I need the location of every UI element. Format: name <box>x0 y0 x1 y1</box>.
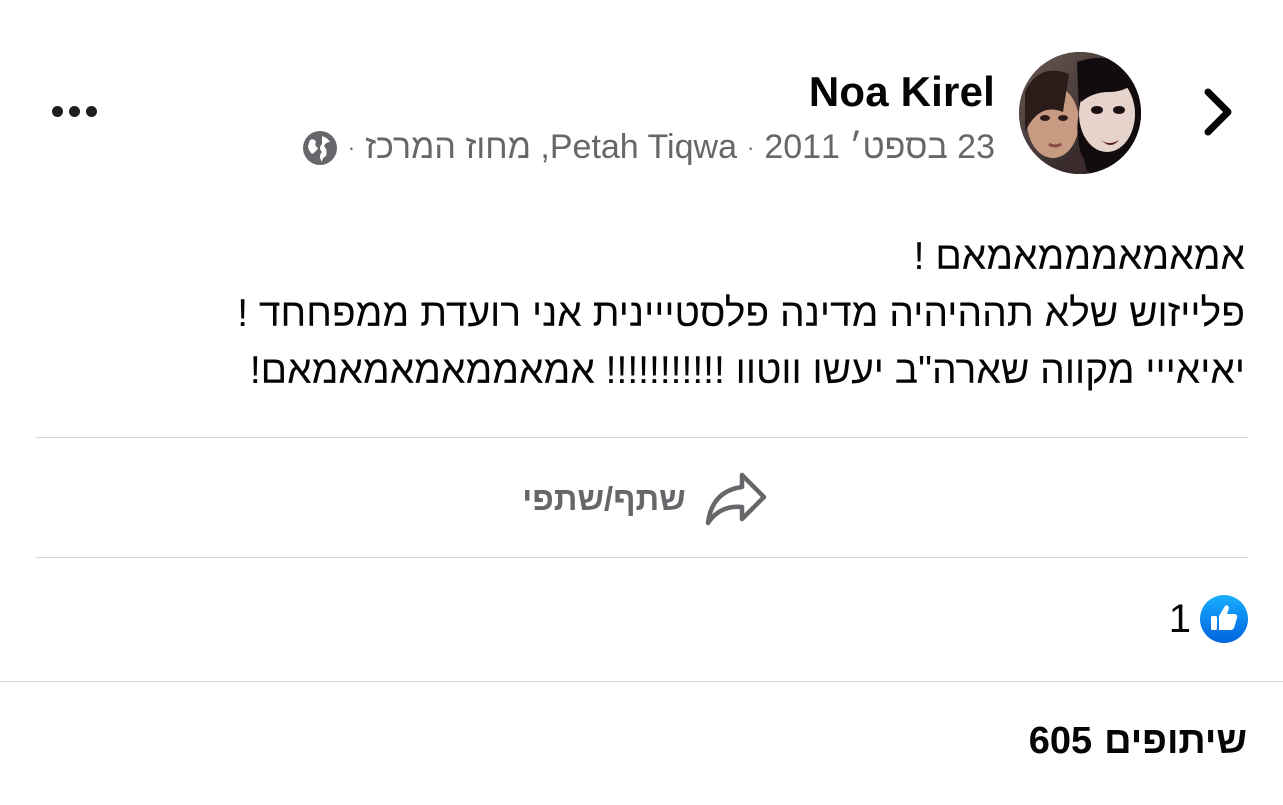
shares-label: שיתופים <box>1104 720 1247 762</box>
chevron-right-icon <box>1204 88 1232 136</box>
divider <box>0 681 1283 682</box>
avatar-photo <box>1019 52 1141 174</box>
shares-number: 605 <box>1028 720 1093 762</box>
globe-icon <box>302 130 338 166</box>
post-meta: 23 בספט׳ 2011 · Petah Tiqwa, מחוז המרכז … <box>302 128 995 167</box>
divider <box>36 557 1248 558</box>
more-dot <box>68 105 80 117</box>
share-label: שתף/שתפי <box>522 480 686 517</box>
divider <box>36 437 1248 438</box>
author-name[interactable]: Noa Kirel <box>809 68 995 116</box>
more-options-button[interactable] <box>44 96 104 126</box>
share-arrow-icon <box>705 472 766 526</box>
more-dot <box>85 105 97 117</box>
post-text-line: אמאמאמממאמאם ! <box>913 235 1245 278</box>
like-thumb-icon <box>1200 595 1248 643</box>
like-count: 1 <box>1168 596 1191 641</box>
post-text-line: פלייזוש שלא תההיהיה מדינה פלסטייינית אני… <box>237 292 1245 335</box>
meta-separator: · <box>347 134 356 160</box>
more-dot <box>51 105 63 117</box>
back-button[interactable] <box>1188 78 1248 146</box>
post-text-line: יאיאייי מקווה שארה"ב יעשו ווטוו !!!!!!!!… <box>249 349 1245 392</box>
post-date[interactable]: 23 בספט׳ 2011 <box>764 128 995 167</box>
post-location[interactable]: Petah Tiqwa, מחוז המרכז <box>365 128 737 167</box>
shares-count[interactable]: שיתופים 605 <box>1029 720 1247 763</box>
author-avatar[interactable] <box>1019 52 1141 174</box>
meta-separator: · <box>746 134 755 160</box>
post-text: אמאמאמממאמאם ! פלייזוש שלא תההיהיה מדינה… <box>237 228 1245 399</box>
reactions-summary[interactable]: 1 <box>1169 594 1249 644</box>
share-button[interactable]: שתף/שתפי <box>500 462 790 536</box>
